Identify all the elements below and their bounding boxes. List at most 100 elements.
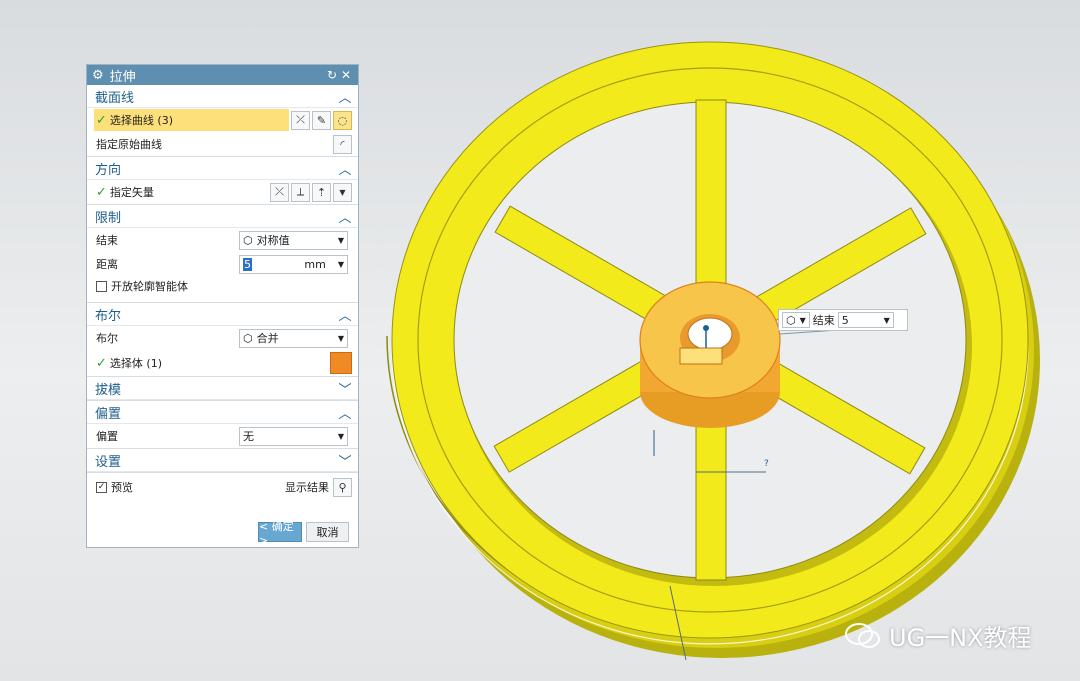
chevron-up-icon[interactable]: ︿ — [338, 87, 352, 106]
gear-icon[interactable]: ⚙ — [92, 68, 104, 83]
draft-group: 拔模 ﹀ — [87, 377, 358, 401]
distance-number: 5 — [243, 257, 252, 271]
chevron-down-icon[interactable]: ▼ — [333, 182, 352, 202]
curve-select-icon[interactable]: ◌ — [333, 110, 352, 130]
chevron-up-icon[interactable]: ︿ — [338, 207, 352, 226]
watermark-text: UG一NX教程 — [889, 624, 1032, 652]
boolean-group: 布尔 ︿ 布尔 ⬡ 合并 ▼ ✓ 选择体 (1) — [87, 303, 358, 377]
limits-group: 限制 ︿ 结束 ⬡ 对称值 ▼ 距离 5 mm ▼ 开放轮廓智能体 — [87, 205, 358, 303]
watermark: UG一NX教程 — [845, 618, 1032, 653]
distance-value: 5 — [243, 257, 304, 271]
open-profile-row[interactable]: 开放轮廓智能体 — [87, 276, 358, 296]
wechat-logo-icon — [845, 622, 880, 648]
distance-unit: mm — [304, 257, 326, 271]
open-profile-label: 开放轮廓智能体 — [111, 280, 188, 293]
draft-title: 拔模 — [95, 382, 122, 398]
chevron-down-icon[interactable]: ﹀ — [338, 379, 352, 398]
offset-group: 偏置 ︿ 偏置 无 ▼ — [87, 401, 358, 449]
chevron-down-icon: ▼ — [799, 315, 806, 325]
draft-header[interactable]: 拔模 ﹀ — [87, 377, 358, 400]
select-curve-row[interactable]: ✓ 选择曲线 (3) ⤫ ✎ ◌ — [87, 108, 358, 132]
curve-rule-icon[interactable]: ⤫ — [291, 110, 310, 130]
chevron-down-icon: ▼ — [883, 315, 890, 325]
solid-body-icon[interactable] — [330, 352, 352, 374]
onscreen-input[interactable]: ⬡ ▼ 结束 5 ▼ — [778, 309, 908, 331]
cube-icon: ⬡ — [243, 233, 253, 247]
boolean-select[interactable]: ⬡ 合并 ▼ — [239, 328, 348, 348]
magnifier-icon[interactable]: ⚲ — [333, 477, 352, 497]
direction-group: 方向 ︿ ✓ 指定矢量 ⤫ ⟂ ⇡ ▼ — [87, 157, 358, 205]
dim-label: ? — [764, 459, 769, 469]
origin-curve-icon[interactable]: ◜ — [333, 134, 352, 154]
show-result-label: 显示结果 — [285, 481, 329, 494]
select-curve-field[interactable]: ✓ 选择曲线 (3) — [94, 109, 289, 131]
chevron-up-icon[interactable]: ︿ — [338, 305, 352, 324]
limits-header[interactable]: 限制 ︿ — [87, 205, 358, 228]
settings-header[interactable]: 设置 ﹀ — [87, 449, 358, 472]
boolean-row: 布尔 ⬡ 合并 ▼ — [87, 326, 358, 350]
open-profile-checkbox[interactable] — [96, 280, 107, 292]
preview-label: 预览 — [111, 481, 133, 494]
specify-vector-label: 指定矢量 — [109, 186, 154, 199]
section-header[interactable]: 截面线 ︿ — [87, 85, 358, 108]
extrude-dialog: ⚙ 拉伸 ↻ ✕ 截面线 ︿ ✓ 选择曲线 (3) ⤫ ✎ ◌ 指定原始曲线 ◜… — [86, 64, 359, 548]
end-select[interactable]: ⬡ 对称值 ▼ — [239, 230, 348, 250]
dialog-titlebar: ⚙ 拉伸 ↻ ✕ — [87, 65, 358, 85]
offset-header[interactable]: 偏置 ︿ — [87, 401, 358, 424]
distance-row: 距离 5 mm ▼ — [87, 252, 358, 276]
preview-checkbox[interactable]: ✓ — [96, 481, 107, 493]
dialog-title: 拉伸 — [109, 69, 136, 85]
limits-title: 限制 — [95, 210, 122, 226]
settings-title: 设置 — [95, 454, 122, 470]
check-icon: ✓ — [96, 355, 107, 371]
chevron-down-icon: ▼ — [337, 431, 344, 441]
specify-origin-label: 指定原始曲线 — [96, 138, 162, 151]
check-icon: ✓ — [96, 112, 107, 128]
keyway — [679, 347, 723, 365]
graphics-viewport[interactable]: ? — [380, 20, 1040, 660]
ok-button[interactable]: < 确定 > — [258, 520, 302, 547]
vector-type-icon[interactable]: ⇡ — [312, 182, 331, 202]
onscreen-end-value: 5 — [841, 313, 849, 327]
offset-row: 偏置 无 ▼ — [87, 424, 358, 448]
section-title: 截面线 — [95, 90, 135, 106]
end-value: 对称值 — [256, 234, 290, 247]
vector-dialog-icon[interactable]: ⟂ — [291, 182, 310, 202]
select-curve-label: 选择曲线 (3) — [109, 114, 173, 127]
direction-header[interactable]: 方向 ︿ — [87, 157, 358, 180]
cancel-button[interactable]: 取消 — [306, 522, 349, 542]
close-icon[interactable]: ✕ — [339, 68, 353, 82]
hub-bore-opening — [687, 317, 733, 351]
settings-group: 设置 ﹀ — [87, 449, 358, 473]
chevron-up-icon[interactable]: ︿ — [338, 159, 352, 178]
distance-input[interactable]: 5 mm ▼ — [239, 254, 348, 274]
section-group: 截面线 ︿ ✓ 选择曲线 (3) ⤫ ✎ ◌ 指定原始曲线 ◜ — [87, 85, 358, 157]
reverse-direction-icon[interactable]: ⤫ — [270, 182, 289, 202]
chevron-up-icon[interactable]: ︿ — [338, 403, 352, 422]
chevron-down-icon: ▼ — [337, 235, 344, 245]
offset-title: 偏置 — [95, 406, 122, 422]
onscreen-end-field[interactable]: 5 ▼ — [837, 312, 894, 328]
check-icon: ✓ — [96, 184, 107, 200]
wheel-model[interactable]: ? — [386, 41, 1040, 660]
offset-value: 无 — [243, 430, 254, 443]
chevron-down-icon: ▼ — [337, 259, 344, 269]
direction-title: 方向 — [95, 162, 122, 178]
onscreen-type-select[interactable]: ⬡ ▼ — [782, 312, 810, 328]
cube-icon: ⬡ — [786, 313, 796, 327]
boolean-value: 合并 — [256, 332, 279, 345]
unite-icon: ⬡ — [243, 331, 253, 345]
specify-origin-row[interactable]: 指定原始曲线 ◜ — [87, 132, 358, 156]
reset-icon[interactable]: ↻ — [325, 68, 339, 82]
chevron-down-icon: ▼ — [337, 333, 344, 343]
onscreen-end-label: 结束 — [812, 314, 835, 327]
select-body-row[interactable]: ✓ 选择体 (1) — [87, 350, 358, 376]
preview-row: ✓ 预览 显示结果 ⚲ — [87, 475, 358, 499]
chevron-down-icon[interactable]: ﹀ — [338, 451, 352, 470]
specify-vector-row[interactable]: ✓ 指定矢量 ⤫ ⟂ ⇡ ▼ — [87, 180, 358, 204]
vector-handle[interactable] — [703, 325, 709, 331]
boolean-title: 布尔 — [95, 308, 122, 324]
sketch-icon[interactable]: ✎ — [312, 110, 331, 130]
boolean-header[interactable]: 布尔 ︿ — [87, 303, 358, 326]
offset-select[interactable]: 无 ▼ — [239, 426, 348, 446]
